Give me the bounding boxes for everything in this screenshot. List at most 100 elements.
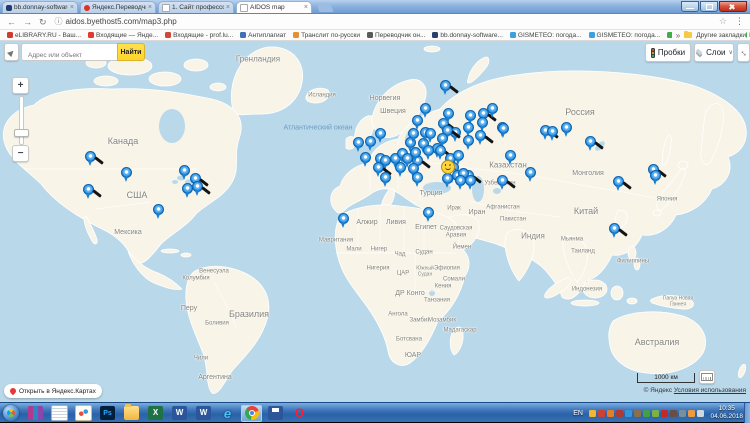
map-pin[interactable] xyxy=(609,223,620,239)
tray-icon-6[interactable] xyxy=(634,410,641,417)
site-info-icon[interactable]: ⓘ xyxy=(55,16,63,27)
taskbar-app-word-2[interactable]: W xyxy=(193,405,214,422)
map-pin[interactable] xyxy=(380,172,391,188)
ruler-button[interactable] xyxy=(699,370,715,384)
map-pin[interactable] xyxy=(585,136,596,152)
traffic-button[interactable]: Пробки xyxy=(645,43,691,62)
taskbar-app-winrar[interactable] xyxy=(25,405,46,422)
forward-icon[interactable]: → xyxy=(23,17,32,27)
map-pin[interactable] xyxy=(505,150,516,166)
tray-icon-3[interactable] xyxy=(607,410,614,417)
tray-icon-4[interactable] xyxy=(616,410,623,417)
map-pin[interactable] xyxy=(153,204,164,220)
map-pin[interactable] xyxy=(423,207,434,223)
taskbar-app-excel[interactable]: X xyxy=(145,405,166,422)
map-pin[interactable] xyxy=(443,108,454,124)
map-pin[interactable] xyxy=(525,167,536,183)
map-pin[interactable] xyxy=(650,170,661,186)
map-pin[interactable] xyxy=(425,128,436,144)
map-pin[interactable] xyxy=(395,162,406,178)
bookmark-item-1[interactable]: eLIBRARY.RU - Ваш... xyxy=(7,32,81,39)
map-pin[interactable] xyxy=(179,165,190,181)
map-pin[interactable] xyxy=(463,135,474,151)
close-window-button[interactable] xyxy=(719,1,747,12)
find-button[interactable]: Найти xyxy=(117,43,145,61)
map-pin[interactable] xyxy=(613,176,624,192)
tray-icon-8[interactable] xyxy=(652,410,659,417)
tab-close-icon[interactable]: × xyxy=(148,5,152,11)
minimize-button[interactable] xyxy=(681,1,699,12)
map-pin[interactable] xyxy=(547,126,558,142)
bookmark-item-7[interactable]: bb.donnay-software... xyxy=(432,32,503,39)
map-canvas[interactable]: ГренландияИсландияНорвегияШвецияКанадаСШ… xyxy=(0,41,750,402)
map-pin[interactable] xyxy=(561,122,572,138)
bookmark-star-icon[interactable]: ☆ xyxy=(719,16,727,27)
taskbar-clock[interactable]: 10:35 04.06.2018 xyxy=(710,405,743,421)
address-bar[interactable]: ⓘ aidos.byethost5.com/map3.php xyxy=(55,16,711,27)
taskbar-app-folder[interactable] xyxy=(121,405,142,422)
back-icon[interactable]: ← xyxy=(7,17,16,27)
map-pin[interactable] xyxy=(423,145,434,161)
map-pin[interactable] xyxy=(192,181,203,197)
tray-icon-5[interactable] xyxy=(625,410,632,417)
tray-icon-7[interactable] xyxy=(643,410,650,417)
bookmark-item-9[interactable]: GISMETEO: погода... xyxy=(589,32,661,39)
bookmarks-overflow-icon[interactable]: » xyxy=(676,31,680,40)
zoom-slider-track[interactable] xyxy=(19,96,24,145)
other-bookmarks-button[interactable]: Другие закладки xyxy=(696,32,746,39)
map-search-input[interactable] xyxy=(26,48,120,64)
zoom-in-button[interactable]: + xyxy=(12,77,29,94)
taskbar-app-paint[interactable] xyxy=(73,405,94,422)
tab-3[interactable]: 1. Сайт профессора Е.Г...× xyxy=(158,1,234,13)
tray-icon-13[interactable] xyxy=(697,410,704,417)
map-pin[interactable] xyxy=(412,172,423,188)
taskbar-app-internet-explorer[interactable]: e xyxy=(217,405,238,422)
map-pin[interactable] xyxy=(442,173,453,189)
bookmark-item-8[interactable]: GISMETEO: погода... xyxy=(510,32,582,39)
maximize-button[interactable] xyxy=(700,1,718,12)
tab-2[interactable]: Яндекс.Переводчик - сл...× xyxy=(80,1,156,13)
bookmark-item-4[interactable]: Антиплагиат xyxy=(240,32,286,39)
map-pin[interactable] xyxy=(85,151,96,167)
map-pin[interactable] xyxy=(497,175,508,191)
layers-button[interactable]: Слои ∨ xyxy=(694,43,734,62)
map-pin[interactable] xyxy=(487,103,498,119)
terms-link[interactable]: Условия использования xyxy=(674,387,746,394)
map-pin[interactable] xyxy=(440,80,451,96)
zoom-out-button[interactable]: − xyxy=(12,145,29,162)
tab-1[interactable]: bb.donnay-software.com× xyxy=(2,1,78,13)
tray-icon-12[interactable] xyxy=(688,410,695,417)
bookmark-item-5[interactable]: Транслит по-русски xyxy=(293,32,360,39)
smiley-marker[interactable] xyxy=(441,160,455,174)
tab-close-icon[interactable]: × xyxy=(226,5,230,11)
map-pin[interactable] xyxy=(465,175,476,191)
tab-4[interactable]: AIDOS map× xyxy=(236,1,312,13)
tray-icon-11[interactable] xyxy=(679,410,686,417)
new-tab-button[interactable] xyxy=(317,3,334,12)
map-pin[interactable] xyxy=(475,130,486,146)
map-pin[interactable] xyxy=(121,167,132,183)
browser-menu-icon[interactable]: ⋮ xyxy=(735,16,744,27)
tray-icon-9[interactable] xyxy=(661,410,668,417)
tray-icon-10[interactable] xyxy=(670,410,677,417)
tab-close-icon[interactable]: × xyxy=(304,5,308,11)
reload-icon[interactable]: ↻ xyxy=(39,17,47,27)
taskbar-app-word[interactable]: W xyxy=(169,405,190,422)
map-pin[interactable] xyxy=(353,137,364,153)
taskbar-app-opera[interactable]: O xyxy=(289,405,310,422)
taskbar-app-notepad[interactable] xyxy=(49,405,70,422)
bookmark-item-2[interactable]: Входящие — Янде... xyxy=(88,32,158,39)
map-pin[interactable] xyxy=(375,128,386,144)
bookmark-item-3[interactable]: Входящие - prof.lu... xyxy=(165,32,233,39)
map-pin[interactable] xyxy=(412,115,423,131)
taskbar-app-photoshop[interactable]: Ps xyxy=(97,405,118,422)
map-pin[interactable] xyxy=(360,152,371,168)
taskbar-app-floppy[interactable] xyxy=(265,405,286,422)
map-pin[interactable] xyxy=(338,213,349,229)
geolocate-button[interactable]: ▶ xyxy=(4,43,19,61)
map-pin[interactable] xyxy=(498,123,509,139)
fullscreen-button[interactable]: ↕ xyxy=(737,43,750,62)
tray-icon-2[interactable] xyxy=(598,410,605,417)
tab-close-icon[interactable]: × xyxy=(70,5,74,11)
bookmark-item-6[interactable]: Переводчик он... xyxy=(367,32,425,39)
